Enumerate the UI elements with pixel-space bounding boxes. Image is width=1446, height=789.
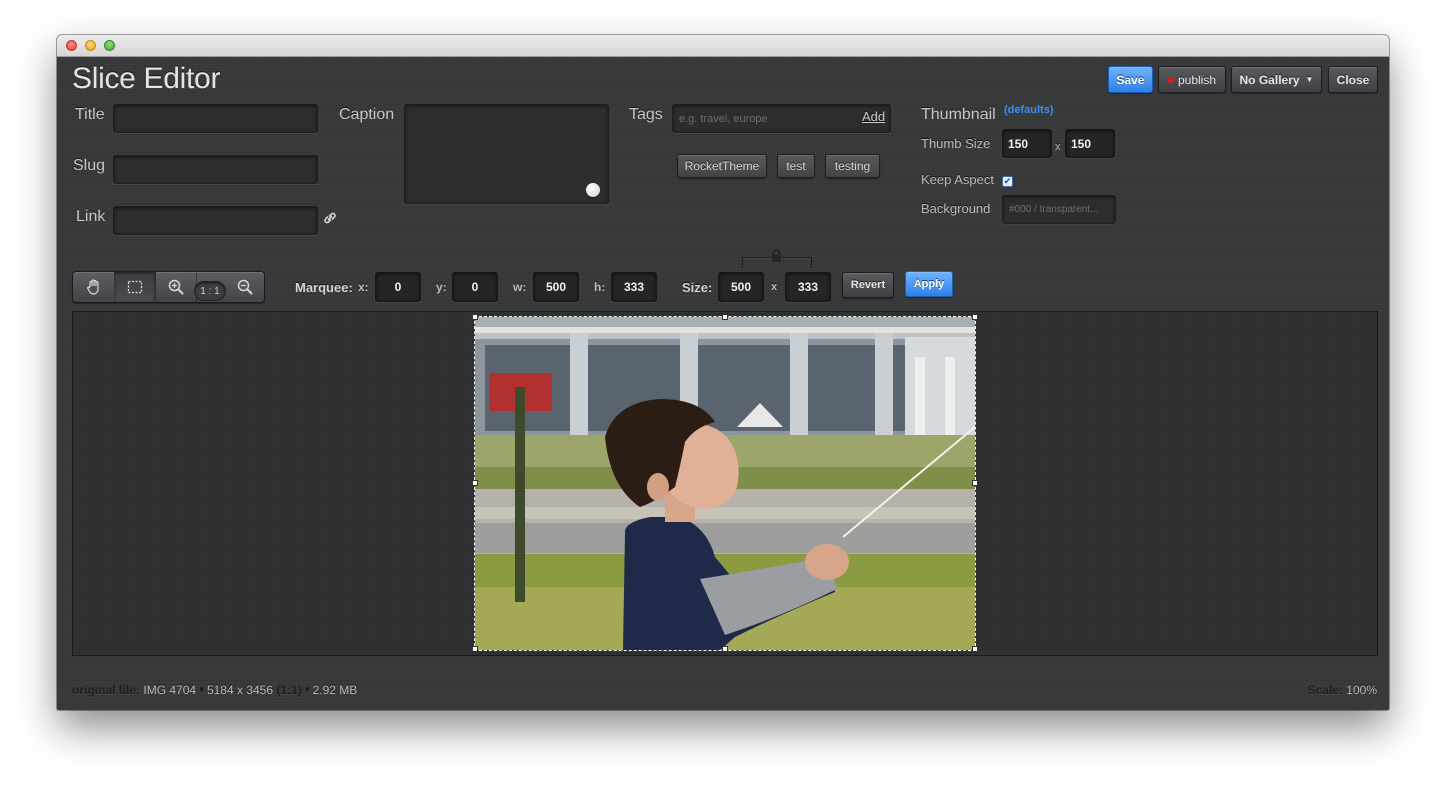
background-input[interactable] [1002, 195, 1116, 224]
gallery-dropdown[interactable]: No Gallery ▼ [1231, 66, 1322, 93]
marquee-tool-button[interactable] [114, 272, 156, 302]
thumbnail-label: Thumbnail [921, 106, 996, 123]
ratio-toggle[interactable]: 1 : 1 [194, 281, 226, 301]
footer-bullet: • [199, 683, 204, 697]
marquee-y-label: y: [436, 280, 447, 294]
publish-status-dot-icon [1167, 76, 1174, 83]
chevron-down-icon: ▼ [1305, 75, 1314, 84]
keep-aspect-label: Keep Aspect [921, 172, 994, 187]
keep-aspect-checkbox[interactable]: ✔ [1002, 176, 1013, 187]
thumb-width-input[interactable] [1002, 129, 1052, 158]
zoom-out-button[interactable] [224, 272, 265, 302]
hand-tool-button[interactable] [73, 272, 115, 302]
marquee-h-input[interactable] [611, 272, 657, 302]
apply-button[interactable]: Apply [905, 271, 953, 297]
marquee-label: Marquee: [295, 280, 353, 295]
marquee-handle[interactable] [972, 646, 978, 652]
gallery-label: No Gallery [1239, 72, 1300, 87]
zoom-in-icon [168, 279, 183, 295]
slug-label: Slug [73, 157, 106, 174]
marquee-handle[interactable] [472, 646, 478, 652]
marquee-handle[interactable] [722, 646, 728, 652]
file-ratio: (1:1) [276, 683, 302, 697]
marquee-h-label: h: [594, 280, 606, 294]
photo-image [475, 317, 975, 650]
size-width-input[interactable] [718, 272, 764, 302]
title-label: Title [75, 106, 105, 123]
image-canvas[interactable] [72, 311, 1378, 656]
marquee-select-icon [127, 280, 142, 294]
add-tag-link[interactable]: Add [862, 109, 885, 124]
original-file-label: original file: [72, 683, 141, 697]
zoom-window-icon[interactable] [104, 40, 115, 51]
tag-chip[interactable]: RocketTheme [677, 154, 767, 178]
footer-bullet: • [305, 683, 310, 697]
lock-icon[interactable] [770, 249, 783, 263]
minimize-window-icon[interactable] [85, 40, 96, 51]
background-label: Background [921, 201, 991, 216]
photo-preview [475, 317, 975, 650]
file-size: 2.92 MB [312, 683, 358, 697]
close-window-icon[interactable] [66, 40, 77, 51]
marquee-x-input[interactable] [375, 272, 421, 302]
window-titlebar [57, 35, 1389, 57]
title-input[interactable] [113, 104, 318, 133]
publish-label: publish [1177, 72, 1217, 87]
slug-input[interactable] [113, 155, 318, 184]
publish-button[interactable]: publish [1158, 66, 1226, 93]
hand-icon [86, 279, 99, 295]
tags-input[interactable] [672, 104, 891, 133]
link-label: Link [76, 208, 106, 225]
thumb-size-label: Thumb Size [921, 136, 991, 151]
link-icon[interactable] [322, 211, 338, 225]
tag-chip[interactable]: testing [825, 154, 880, 178]
link-input[interactable] [113, 206, 318, 235]
scale-value: 100% [1346, 683, 1377, 697]
marquee-handle[interactable] [972, 314, 978, 320]
marquee-y-input[interactable] [452, 272, 498, 302]
scale-info: Scale: 100% [1308, 683, 1377, 697]
marquee-handle[interactable] [722, 314, 728, 320]
tool-group: 1 : 1 [72, 271, 265, 303]
size-label: Size: [682, 280, 713, 295]
marquee-handle[interactable] [472, 314, 478, 320]
checkmark-icon: ✔ [1003, 176, 1012, 186]
thumb-height-input[interactable] [1065, 129, 1115, 158]
caption-label: Caption [339, 106, 395, 123]
slice-editor-window: Slice Editor Save publish No Gallery ▼ C… [57, 35, 1389, 710]
save-button[interactable]: Save [1108, 66, 1153, 93]
tags-label: Tags [629, 106, 663, 123]
page-title: Slice Editor [72, 62, 221, 95]
tag-chip[interactable]: test [777, 154, 815, 178]
marquee-w-label: w: [513, 280, 527, 294]
marquee-x-label: x: [358, 280, 369, 294]
scale-label: Scale: [1307, 683, 1343, 697]
size-separator: x [771, 281, 778, 293]
zoom-out-icon [237, 279, 252, 295]
size-height-input[interactable] [785, 272, 831, 302]
resize-handle-icon[interactable] [586, 183, 600, 197]
thumb-size-separator: x [1055, 141, 1061, 153]
revert-button[interactable]: Revert [842, 272, 894, 298]
defaults-link[interactable]: (defaults) [1004, 104, 1054, 116]
file-info: original file: IMG 4704 • 5184 x 3456 (1… [72, 683, 357, 697]
file-dimensions: 5184 x 3456 [206, 683, 274, 697]
file-name: IMG 4704 [143, 683, 197, 697]
marquee-handle[interactable] [472, 480, 478, 486]
marquee-w-input[interactable] [533, 272, 579, 302]
marquee-handle[interactable] [972, 480, 978, 486]
close-button[interactable]: Close [1328, 66, 1378, 93]
caption-textarea[interactable] [404, 104, 609, 204]
zoom-in-button[interactable] [155, 272, 197, 302]
